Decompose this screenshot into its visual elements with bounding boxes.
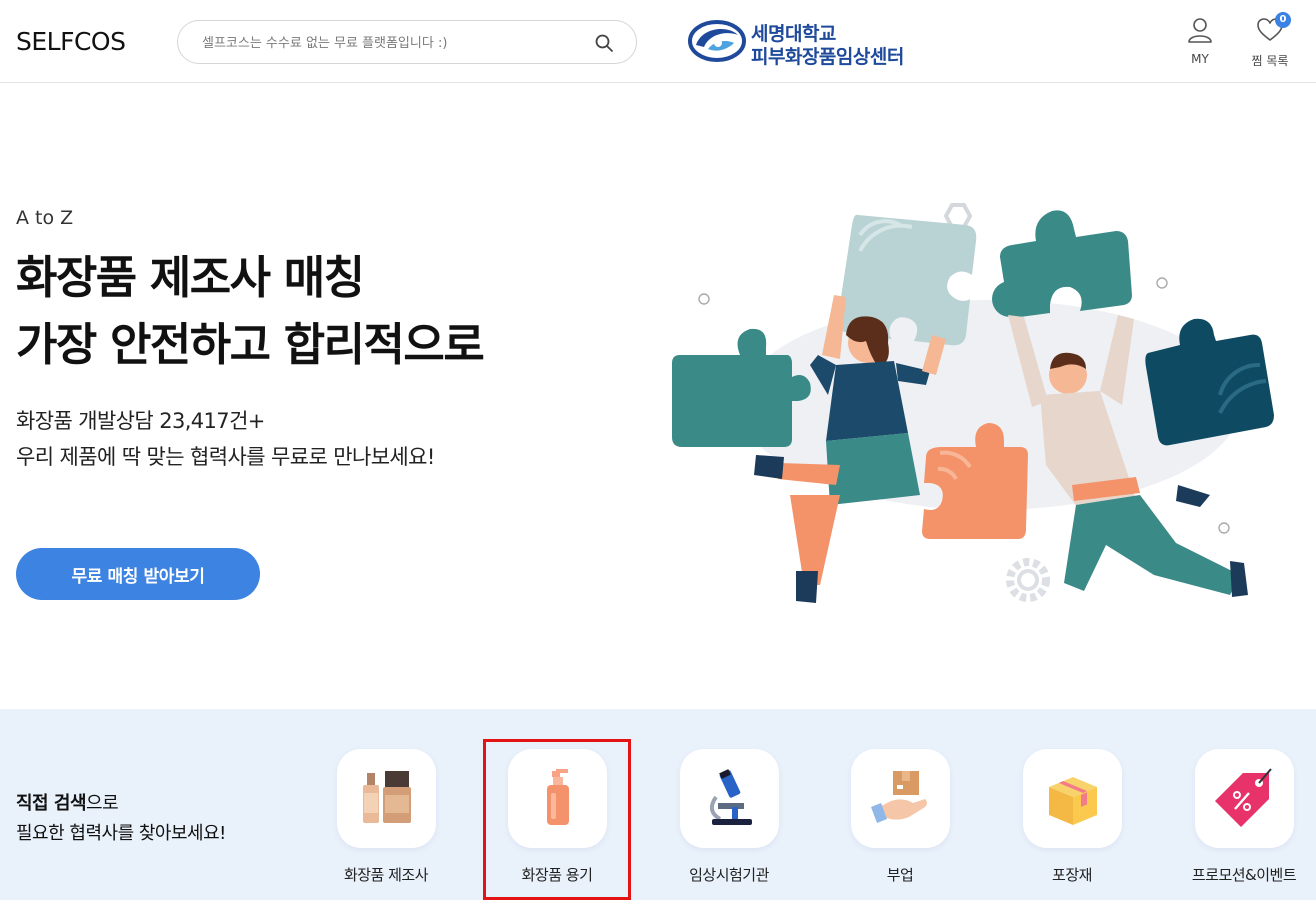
category-cosmetic-manufacturer[interactable]: 화장품 제조사 [311, 749, 461, 899]
package-box-icon [1049, 777, 1097, 825]
category-cosmetic-container[interactable]: 화장품 용기 [482, 749, 632, 899]
my-page-button[interactable]: MY [1170, 16, 1230, 72]
pump-bottle-icon [547, 769, 569, 825]
category-packaging[interactable]: 포장재 [997, 749, 1147, 899]
site-logo[interactable]: SELFCOS [16, 27, 126, 56]
my-label: MY [1191, 52, 1209, 66]
hand-box-icon [871, 771, 927, 823]
category-label: 임상시험기관 [689, 866, 769, 884]
wishlist-count-badge: 0 [1275, 12, 1291, 28]
category-tile[interactable] [851, 749, 950, 848]
hero-title-line2: 가장 안전하고 합리적으로 [16, 318, 485, 371]
microscope-icon [709, 769, 752, 825]
hero-title-line1: 화장품 제조사 매칭 [16, 251, 365, 304]
category-label: 부업 [886, 866, 914, 884]
category-tile[interactable] [1023, 749, 1122, 848]
category-label: 포장재 [1052, 866, 1092, 884]
category-tile[interactable] [508, 749, 607, 848]
category-tile[interactable] [337, 749, 436, 848]
hero-subtitle-line1: 화장품 개발상담 23,417건+ [16, 409, 265, 433]
hero-subtitle-line2: 우리 제품에 딱 맞는 협력사를 무료로 만나보세요! [16, 445, 435, 469]
partner-name-line2: 피부화장품임상센터 [751, 46, 904, 68]
direct-search-heading: 직접 검색으로 필요한 협력사를 찾아보세요! [16, 789, 226, 849]
search-bar[interactable] [177, 20, 637, 64]
free-matching-button[interactable]: 무료 매칭 받아보기 [16, 548, 260, 600]
direct-search-bold: 직접 검색 [16, 793, 87, 814]
category-clinical-institution[interactable]: 임상시험기관 [654, 749, 804, 899]
partner-logo[interactable]: 세명대학교 피부화장품임상센터 [688, 17, 913, 68]
user-icon [1188, 18, 1212, 43]
wishlist-label: 찜 목록 [1251, 54, 1289, 68]
university-emblem-icon [688, 20, 746, 62]
hero-eyebrow: A to Z [16, 207, 74, 229]
direct-search-suffix: 으로 [86, 793, 119, 814]
direct-search-section: 직접 검색으로 필요한 협력사를 찾아보세요! 화장품 제조사 화장품 용기 임… [0, 709, 1316, 900]
search-input[interactable] [202, 32, 582, 54]
search-icon[interactable] [594, 33, 614, 53]
cosmetic-bottles-icon [363, 771, 411, 823]
hero-subtitle: 화장품 개발상담 23,417건+ 우리 제품에 딱 맞는 협력사를 무료로 만… [16, 403, 435, 475]
direct-search-line2: 필요한 협력사를 찾아보세요! [16, 823, 226, 844]
category-side-job[interactable]: 부업 [825, 749, 975, 899]
site-header: SELFCOS 세명대학교 피부화장품임상센터 MY 0 찜 목록 [0, 0, 1316, 83]
discount-tag-icon [1215, 768, 1272, 827]
hero-title: 화장품 제조사 매칭 가장 안전하고 합리적으로 [16, 244, 485, 378]
puzzle-people-illustration [672, 203, 1274, 603]
category-promotion-event[interactable]: 프로모션&이벤트 [1169, 749, 1316, 899]
wishlist-button[interactable]: 0 찜 목록 [1240, 12, 1300, 72]
category-tile[interactable] [1195, 749, 1294, 848]
category-label: 프로모션&이벤트 [1191, 866, 1297, 884]
category-label: 화장품 제조사 [343, 866, 429, 884]
category-tile[interactable] [680, 749, 779, 848]
category-label: 화장품 용기 [521, 866, 593, 884]
